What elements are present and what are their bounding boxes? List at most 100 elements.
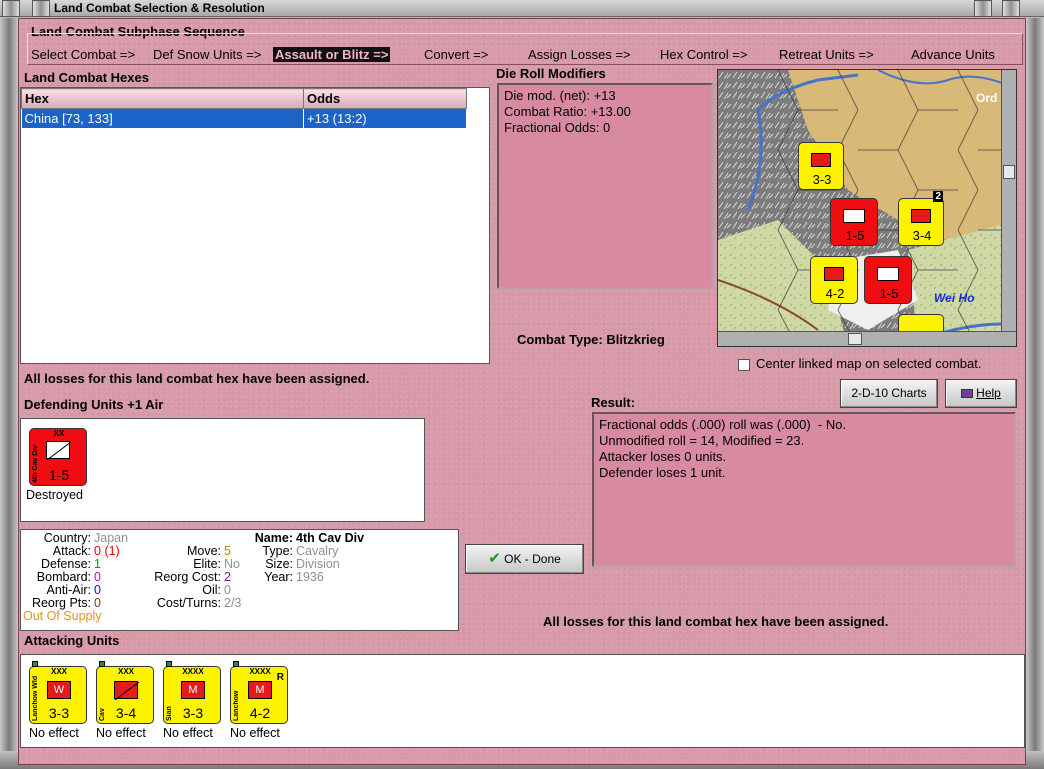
die-roll-box: Die mod. (net): +13 Combat Ratio: +13.00…	[497, 83, 713, 289]
attacking-unit-1-status: No effect	[29, 726, 79, 740]
col-hex[interactable]: Hex	[21, 88, 304, 109]
result-label: Result:	[591, 395, 636, 410]
ok-done-button[interactable]: ✔ OK - Done	[465, 544, 584, 574]
seq-step-advance: Advance Units	[911, 47, 995, 62]
unit-strength: 1-5	[48, 467, 70, 483]
vscroll-thumb[interactable]	[1003, 165, 1015, 179]
defending-unit-counter[interactable]: XX 4th Cav Div 1-5	[29, 428, 87, 486]
seq-step-select-combat: Select Combat =>	[31, 47, 136, 62]
defending-unit-status: Destroyed	[26, 488, 83, 502]
hexes-label: Land Combat Hexes	[24, 70, 149, 85]
combat-ratio-line: Combat Ratio: +13.00	[504, 104, 631, 119]
attacking-unit-4[interactable]: XXXX Lanchow M R 4-2	[230, 661, 288, 724]
result-line-1: Fractional odds (.000) roll was (.000) -…	[599, 417, 847, 432]
attacking-units-panel: XXX Lanchow Wld W 3-3 No effect XXX Cav …	[20, 654, 1025, 748]
map-vscrollbar[interactable]	[1001, 70, 1016, 332]
map-unit-destroyed-cav[interactable]: 1-5	[864, 256, 912, 304]
year-value: 1936	[296, 570, 324, 584]
losses-message-top: All losses for this land combat hex have…	[24, 371, 370, 386]
col-odds[interactable]: Odds	[303, 88, 467, 109]
map-unit-strength: 1-5	[879, 286, 899, 301]
map-label-wei-ho: Wei Ho	[934, 291, 974, 305]
hscroll-thumb[interactable]	[848, 333, 862, 345]
cavalry-symbol-icon	[877, 267, 899, 281]
fractional-odds-line: Fractional Odds: 0	[504, 120, 611, 135]
unit-info-panel: Country: Japan Attack: 0 (1) Defense: 1 Bom…	[20, 529, 459, 631]
window-menu-icon[interactable]	[2, 0, 20, 17]
combat-type: Combat Type: Blitzkrieg	[517, 332, 665, 347]
mech-symbol-icon	[824, 267, 844, 281]
table-row[interactable]: China [73, 133] +13 (13:2)	[21, 108, 467, 128]
help-book-icon	[961, 389, 974, 399]
attacking-unit-1[interactable]: XXX Lanchow Wld W 3-3	[29, 661, 87, 724]
hexes-list[interactable]: Hex Odds China [73, 133] +13 (13:2)	[20, 87, 490, 364]
unit-symbol: M	[248, 681, 272, 699]
map-unit-cav[interactable]: 3-4 2	[898, 191, 944, 246]
window-handle-icon[interactable]	[32, 0, 50, 17]
seq-step-convert: Convert =>	[424, 47, 489, 62]
unit-symbol: W	[47, 681, 71, 699]
title-bar: Land Combat Selection & Resolution	[0, 0, 1044, 17]
minimize-icon[interactable]	[974, 0, 992, 17]
defending-label: Defending Units +1 Air	[24, 397, 164, 412]
center-map-label: Center linked map on selected combat.	[756, 356, 982, 371]
dialog-body: Land Combat Subphase Sequence Select Com…	[18, 18, 1026, 765]
attacking-unit-2[interactable]: XXX Cav 3-4	[96, 661, 154, 724]
help-button[interactable]: Help	[945, 379, 1017, 408]
attacking-label: Attacking Units	[24, 633, 120, 648]
year-label: Year:	[264, 570, 293, 584]
attacking-unit-3-status: No effect	[163, 726, 213, 740]
map-unit-strength: 3-3	[812, 172, 832, 187]
unit-info-left: Country: Japan Attack: 0 (1) Defense: 1 Bom…	[21, 532, 128, 623]
left-border	[0, 18, 18, 769]
map-hscrollbar[interactable]	[718, 331, 1016, 346]
seq-step-def-snow: Def Snow Units =>	[153, 47, 262, 62]
result-box: Fractional odds (.000) roll was (.000) -…	[592, 412, 1016, 567]
map-unit-lanchow-wld[interactable]: 3-3	[798, 142, 844, 190]
map-unit-lanchow[interactable]: 4-2	[810, 256, 858, 304]
checkmark-icon: ✔	[488, 550, 501, 567]
window-title: Land Combat Selection & Resolution	[54, 1, 265, 15]
close-icon[interactable]	[1002, 0, 1020, 17]
center-map-checkbox[interactable]	[738, 359, 750, 371]
right-border	[1026, 18, 1044, 769]
unit-symbol: M	[181, 681, 205, 699]
supply-status: Out Of Supply	[23, 609, 102, 623]
stack-count-badge: 2	[933, 191, 943, 202]
unit-strength: 4-2	[249, 705, 271, 721]
hex-cell: China [73, 133]	[21, 108, 304, 128]
losses-message-bottom: All losses for this land combat hex have…	[543, 614, 889, 629]
seq-step-retreat: Retreat Units =>	[779, 47, 874, 62]
costturns-value: 2/3	[224, 596, 242, 610]
cavalry-symbol-icon	[114, 681, 140, 701]
die-roll-label: Die Roll Modifiers	[496, 66, 606, 81]
costturns-label: Cost/Turns:	[156, 596, 221, 610]
infantry-symbol-icon	[811, 153, 831, 167]
odds-cell: +13 (13:2)	[303, 108, 467, 128]
result-line-3: Attacker loses 0 units.	[599, 449, 727, 464]
map-unit-4th-cav[interactable]: 1-5	[830, 198, 878, 246]
die-mod-line: Die mod. (net): +13	[504, 88, 616, 103]
unit-info-middle: Move: 5 Elite: No Reorg Cost: 2 Oil: 0 Cost/…	[131, 545, 241, 610]
cavalry-symbol-icon	[843, 209, 865, 223]
seq-step-assign-losses: Assign Losses =>	[528, 47, 631, 62]
map-label-ord: Ord	[976, 91, 997, 105]
attacking-unit-4-status: No effect	[230, 726, 280, 740]
linked-map[interactable]: Ord Wei Ho 3-3 1-5 3-4 2 4-2 1-5	[717, 69, 1017, 347]
map-unit-strength: 3-4	[912, 228, 932, 243]
reserve-flag: R	[276, 672, 284, 683]
attacking-unit-2-status: No effect	[96, 726, 146, 740]
unit-strength: 3-3	[48, 705, 70, 721]
cavalry-symbol-icon	[46, 441, 72, 461]
seq-step-assault-blitz: Assault or Blitz =>	[273, 47, 391, 62]
map-unit-strength: 1-5	[845, 228, 865, 243]
attack-value: 0	[94, 544, 101, 558]
result-line-2: Unmodified roll = 14, Modified = 23.	[599, 433, 805, 448]
unit-strength: 3-4	[115, 705, 137, 721]
map-unit-strength: 4-2	[825, 286, 845, 301]
unit-info-right: Name: 4th Cav Div Type: Cavalry Size: Divis…	[245, 532, 364, 584]
attacking-unit-3[interactable]: XXXX Sian M 3-3	[163, 661, 221, 724]
charts-button[interactable]: 2-D-10 Charts	[840, 379, 938, 408]
hexes-table: Hex Odds China [73, 133] +13 (13:2)	[21, 88, 467, 128]
defending-units-panel: XX 4th Cav Div 1-5 Destroyed	[20, 418, 425, 522]
